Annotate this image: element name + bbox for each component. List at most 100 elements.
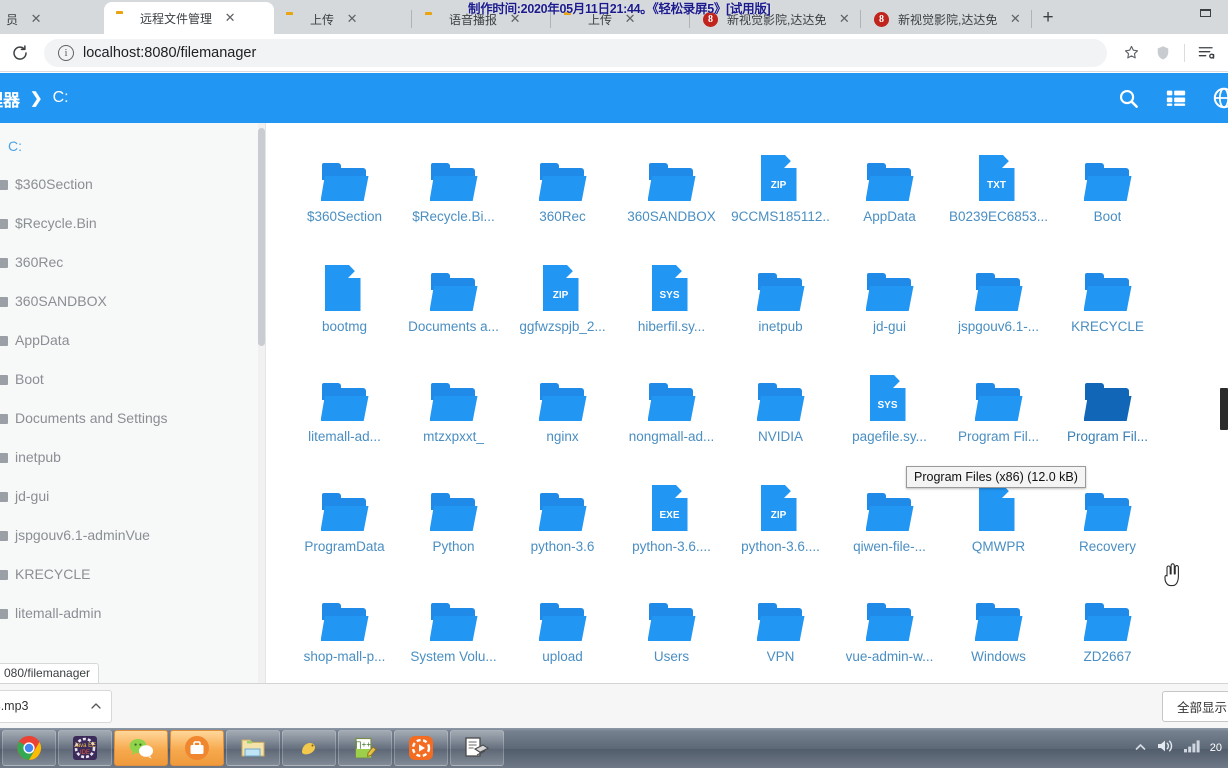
- close-icon[interactable]: ✕: [836, 11, 852, 27]
- folder-item[interactable]: $Recycle.Bi...: [399, 145, 508, 255]
- close-icon[interactable]: ✕: [1007, 11, 1023, 27]
- sidebar-item-label: jd-gui: [15, 487, 50, 504]
- folder-item[interactable]: jspgouv6.1-...: [944, 255, 1053, 365]
- folder-item[interactable]: nongmall-ad...: [617, 365, 726, 475]
- chevron-up-icon[interactable]: [87, 700, 105, 712]
- bookmark-star-icon[interactable]: [1115, 38, 1147, 68]
- globe-icon[interactable]: [1210, 84, 1228, 112]
- folder-item[interactable]: 360Rec: [508, 145, 617, 255]
- sidebar-item[interactable]: litemall-admin: [0, 593, 265, 632]
- folder-item[interactable]: Boot: [1053, 145, 1162, 255]
- folder-item[interactable]: KRECYCLE: [1053, 255, 1162, 365]
- sidebar-item[interactable]: $360Section: [0, 164, 265, 203]
- breadcrumb-current[interactable]: C:: [53, 89, 69, 107]
- potplayer-icon[interactable]: [394, 730, 448, 766]
- folder-item[interactable]: AppData: [835, 145, 944, 255]
- file-pane-scrollbar-thumb[interactable]: [1220, 388, 1228, 430]
- chrome-menu-icon[interactable]: [1190, 38, 1222, 68]
- folder-item[interactable]: Python: [399, 475, 508, 585]
- sidebar[interactable]: C: $360Section $Recycle.Bin 360Rec 360SANDB…: [0, 123, 266, 683]
- folder-item[interactable]: NVIDIA: [726, 365, 835, 475]
- file-item[interactable]: bootmg: [290, 255, 399, 365]
- folder-item[interactable]: Documents a...: [399, 255, 508, 365]
- folder-item[interactable]: System Volu...: [399, 585, 508, 683]
- sidebar-item[interactable]: KRECYCLE: [0, 554, 265, 593]
- folder-item[interactable]: upload: [508, 585, 617, 683]
- sidebar-item-label: Boot: [15, 370, 44, 387]
- show-all-downloads-button[interactable]: 全部显示: [1161, 690, 1228, 722]
- folder-item[interactable]: 360SANDBOX: [617, 145, 726, 255]
- folder-item[interactable]: mtzxpxxt_: [399, 365, 508, 475]
- search-icon[interactable]: [1114, 84, 1142, 112]
- screen-recorder-icon[interactable]: [450, 730, 504, 766]
- sidebar-scrollbar-thumb[interactable]: [258, 128, 265, 346]
- folder-item[interactable]: Windows: [944, 585, 1053, 683]
- sidebar-item[interactable]: $Recycle.Bin: [0, 203, 265, 242]
- volume-icon[interactable]: [1156, 738, 1174, 759]
- file-item[interactable]: TXT B0239EC6853...: [944, 145, 1053, 255]
- folder-item[interactable]: Program Fil...: [1053, 365, 1162, 475]
- wechat-icon[interactable]: [114, 730, 168, 766]
- folder-item[interactable]: python-3.6: [508, 475, 617, 585]
- file-grid-pane[interactable]: $360Section $Recycle.Bi... 360Rec 360SANDBO…: [266, 123, 1228, 683]
- folder-item[interactable]: ProgramData: [290, 475, 399, 585]
- file-item[interactable]: EXE python-3.6....: [617, 475, 726, 585]
- file-explorer-icon[interactable]: [226, 730, 280, 766]
- folder-item[interactable]: Recovery: [1053, 475, 1162, 585]
- reload-icon[interactable]: [6, 39, 34, 67]
- file-item[interactable]: SYS pagefile.sy...: [835, 365, 944, 475]
- folder-item[interactable]: Users: [617, 585, 726, 683]
- file-item[interactable]: QMWPR: [944, 475, 1053, 585]
- close-icon[interactable]: ✕: [28, 11, 44, 27]
- chrome-taskbar-icon[interactable]: [2, 730, 56, 766]
- sidebar-item[interactable]: 360SANDBOX: [0, 281, 265, 320]
- browser-tab[interactable]: 员 ✕: [0, 4, 104, 34]
- sidebar-item[interactable]: 360Rec: [0, 242, 265, 281]
- browser-tab[interactable]: 8 新视觉影院,达达免 ✕: [862, 4, 1030, 34]
- new-tab-button[interactable]: +: [1033, 4, 1063, 32]
- browser-tab[interactable]: 上传 ✕: [274, 4, 410, 34]
- file-item[interactable]: SYS hiberfil.sy...: [617, 255, 726, 365]
- folder-item[interactable]: qiwen-file-...: [835, 475, 944, 585]
- window-controls: [1184, 0, 1228, 34]
- breadcrumb-root[interactable]: 理器: [0, 86, 20, 111]
- folder-item[interactable]: shop-mall-p...: [290, 585, 399, 683]
- folder-item[interactable]: litemall-ad...: [290, 365, 399, 475]
- folder-item[interactable]: Program Fil...: [944, 365, 1053, 475]
- address-bar[interactable]: i localhost:8080/filemanager: [44, 38, 1107, 67]
- browser-tab-active[interactable]: 远程文件管理 ✕: [104, 2, 274, 34]
- folder-item[interactable]: jd-gui: [835, 255, 944, 365]
- sidebar-item[interactable]: AppData: [0, 320, 265, 359]
- show-hidden-icons[interactable]: [1134, 739, 1147, 757]
- extension-shield-icon[interactable]: [1147, 38, 1179, 68]
- close-icon[interactable]: ✕: [222, 10, 238, 26]
- sidebar-item[interactable]: jspgouv6.1-adminVue: [0, 515, 265, 554]
- file-item[interactable]: ZIP 9CCMS185112..: [726, 145, 835, 255]
- file-item[interactable]: ZIP python-3.6....: [726, 475, 835, 585]
- site-info-icon[interactable]: i: [58, 44, 74, 61]
- folder-item[interactable]: inetpub: [726, 255, 835, 365]
- clock[interactable]: 20: [1210, 742, 1222, 754]
- sidebar-item[interactable]: inetpub: [0, 437, 265, 476]
- duck-app-icon[interactable]: [282, 730, 336, 766]
- folder-item[interactable]: ZD2667: [1053, 585, 1162, 683]
- folder-item[interactable]: vue-admin-w...: [835, 585, 944, 683]
- folder-item[interactable]: nginx: [508, 365, 617, 475]
- folder-item[interactable]: $360Section: [290, 145, 399, 255]
- download-item[interactable]: 918688.mp3: [0, 689, 112, 723]
- briefcase-icon[interactable]: [170, 730, 224, 766]
- eclipse-javaee-icon[interactable]: Java EE IDE: [58, 730, 112, 766]
- notepadpp-icon[interactable]: ∏++: [338, 730, 392, 766]
- sidebar-item[interactable]: jd-gui: [0, 476, 265, 515]
- list-view-icon[interactable]: [1162, 84, 1190, 112]
- minimize-button[interactable]: [1184, 0, 1226, 26]
- sidebar-scrollbar[interactable]: [258, 123, 265, 683]
- folder-item[interactable]: VPN: [726, 585, 835, 683]
- close-icon[interactable]: ✕: [344, 11, 360, 27]
- sidebar-item[interactable]: Documents and Settings: [0, 398, 265, 437]
- file-pane-scrollbar[interactable]: [1220, 123, 1228, 683]
- file-item[interactable]: ZIP ggfwzspjb_2...: [508, 255, 617, 365]
- network-icon[interactable]: [1183, 739, 1201, 758]
- sidebar-item[interactable]: Boot: [0, 359, 265, 398]
- sidebar-root-label[interactable]: C:: [0, 123, 265, 164]
